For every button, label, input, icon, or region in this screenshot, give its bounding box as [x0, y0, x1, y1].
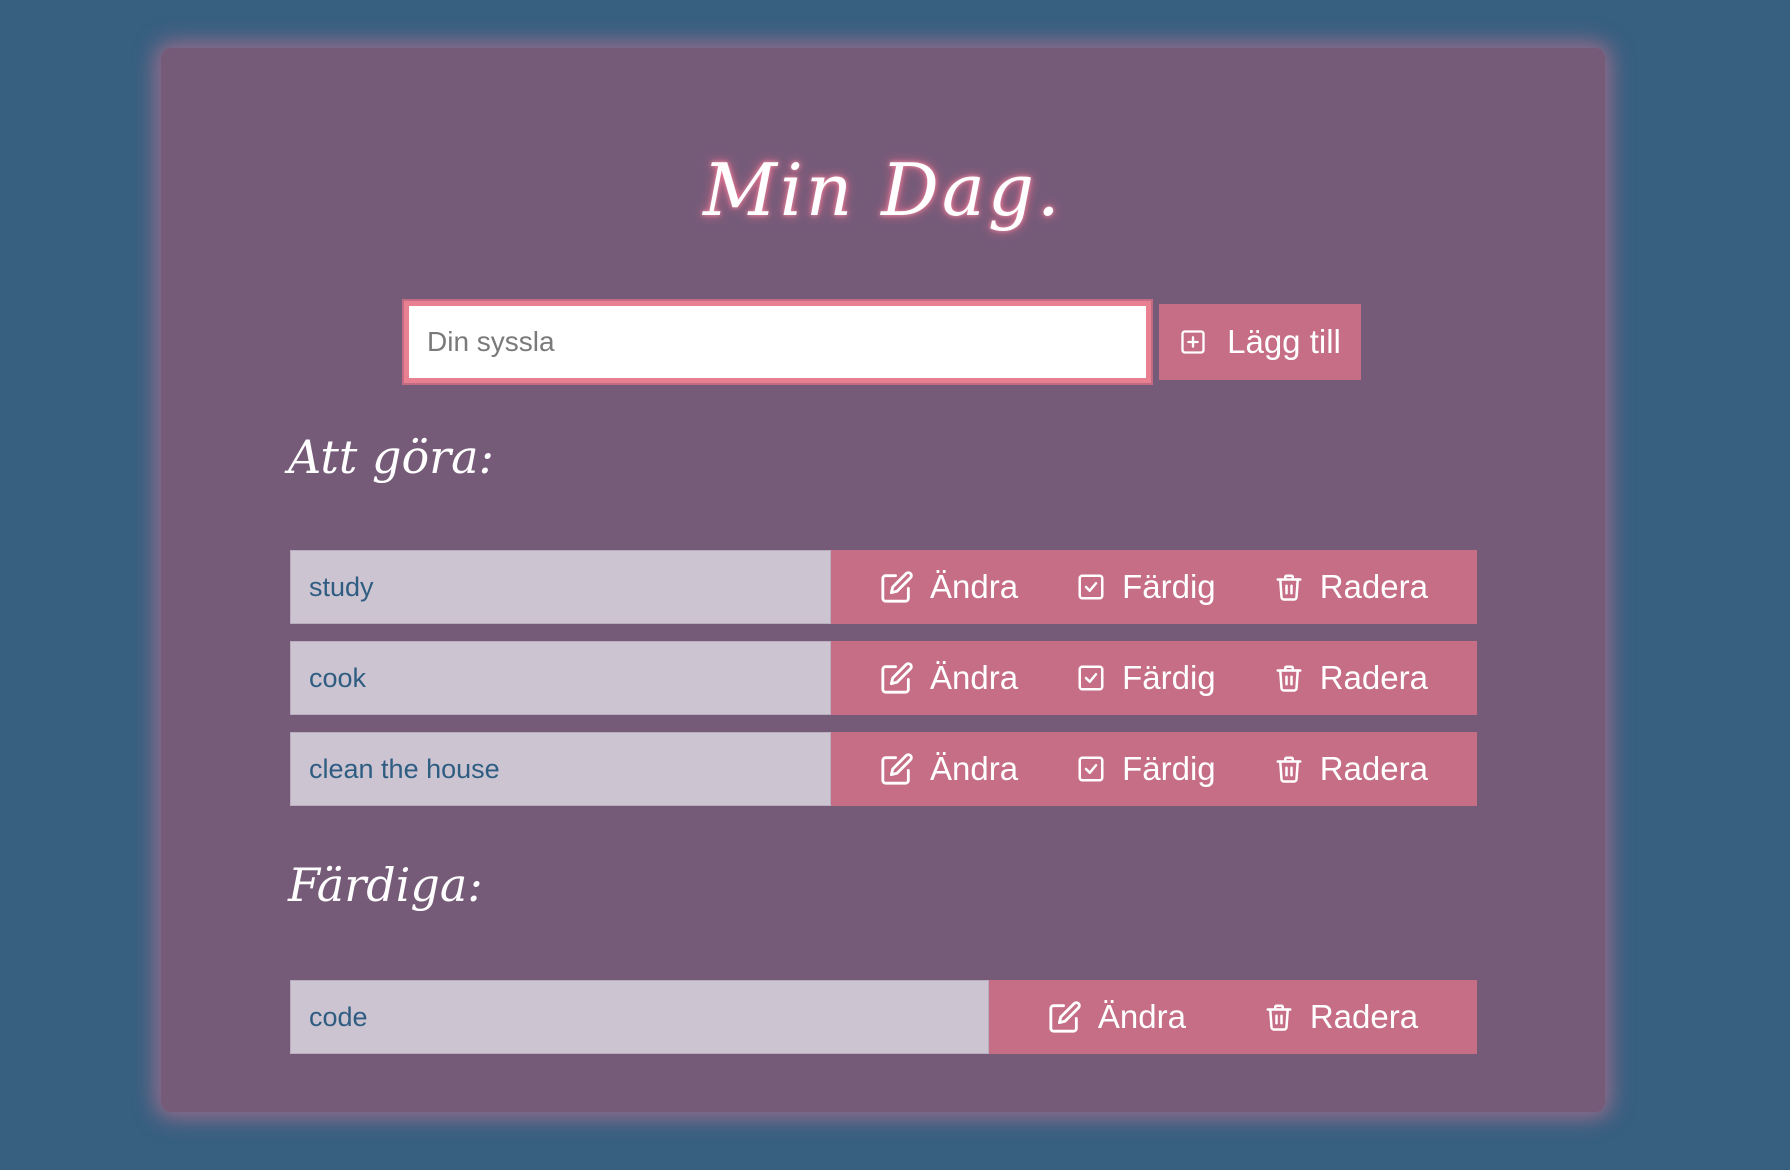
todo-item-actions: Ändra Färdig Radera — [831, 732, 1477, 806]
edit-label: Ändra — [1097, 998, 1186, 1035]
trash-icon — [1264, 1000, 1294, 1034]
delete-label: Radera — [1309, 998, 1419, 1035]
done-item-actions: Ändra Radera — [989, 980, 1477, 1054]
delete-button[interactable]: Radera — [1264, 659, 1438, 697]
todo-item-text: cook — [290, 641, 831, 715]
edit-label: Ändra — [930, 659, 1019, 696]
check-square-icon — [1076, 754, 1106, 784]
trash-icon — [1274, 570, 1304, 604]
done-button[interactable]: Färdig — [1066, 750, 1226, 788]
delete-button[interactable]: Radera — [1264, 750, 1438, 788]
delete-label: Radera — [1319, 568, 1428, 605]
done-label: Färdig — [1122, 568, 1216, 605]
todo-item: study Ändra Färdig Radera — [290, 550, 1477, 624]
todo-item-actions: Ändra Färdig Radera — [831, 550, 1477, 624]
delete-button[interactable]: Radera — [1254, 998, 1428, 1036]
trash-icon — [1274, 752, 1304, 786]
pencil-square-icon — [1048, 1000, 1082, 1034]
todo-item-actions: Ändra Färdig Radera — [831, 641, 1477, 715]
done-label: Färdig — [1122, 659, 1216, 696]
todo-list: study Ändra Färdig Radera cook Ändra Fär… — [290, 550, 1477, 823]
delete-button[interactable]: Radera — [1264, 568, 1438, 606]
add-task-label: Lägg till — [1227, 323, 1341, 360]
todo-item-text: clean the house — [290, 732, 831, 806]
pencil-square-icon — [880, 661, 914, 695]
todo-item-text: study — [290, 550, 831, 624]
check-square-icon — [1076, 663, 1106, 693]
edit-button[interactable]: Ändra — [870, 568, 1028, 606]
delete-label: Radera — [1319, 750, 1428, 787]
pencil-square-icon — [880, 752, 914, 786]
done-item-text: code — [290, 980, 989, 1054]
delete-label: Radera — [1319, 659, 1428, 696]
todo-item: clean the house Ändra Färdig Radera — [290, 732, 1477, 806]
check-square-icon — [1076, 572, 1106, 602]
edit-label: Ändra — [930, 568, 1019, 605]
done-heading: Färdiga: — [288, 858, 483, 912]
plus-square-icon — [1179, 328, 1207, 356]
done-item: code Ändra Radera — [290, 980, 1477, 1054]
pencil-square-icon — [880, 570, 914, 604]
done-label: Färdig — [1122, 750, 1216, 787]
edit-button[interactable]: Ändra — [870, 750, 1028, 788]
edit-button[interactable]: Ändra — [1038, 998, 1196, 1036]
app-card: Min Dag. Lägg till Att göra: study — [161, 48, 1605, 1112]
todo-item: cook Ändra Färdig Radera — [290, 641, 1477, 715]
app-title: Min Dag. — [703, 148, 1063, 232]
add-task-form: Lägg till — [402, 299, 1361, 385]
add-task-button[interactable]: Lägg till — [1159, 304, 1361, 380]
edit-label: Ändra — [930, 750, 1019, 787]
todo-heading: Att göra: — [288, 430, 495, 484]
done-button[interactable]: Färdig — [1066, 659, 1226, 697]
task-input[interactable] — [402, 299, 1153, 385]
done-button[interactable]: Färdig — [1066, 568, 1226, 606]
edit-button[interactable]: Ändra — [870, 659, 1028, 697]
done-list: code Ändra Radera — [290, 980, 1477, 1071]
trash-icon — [1274, 661, 1304, 695]
